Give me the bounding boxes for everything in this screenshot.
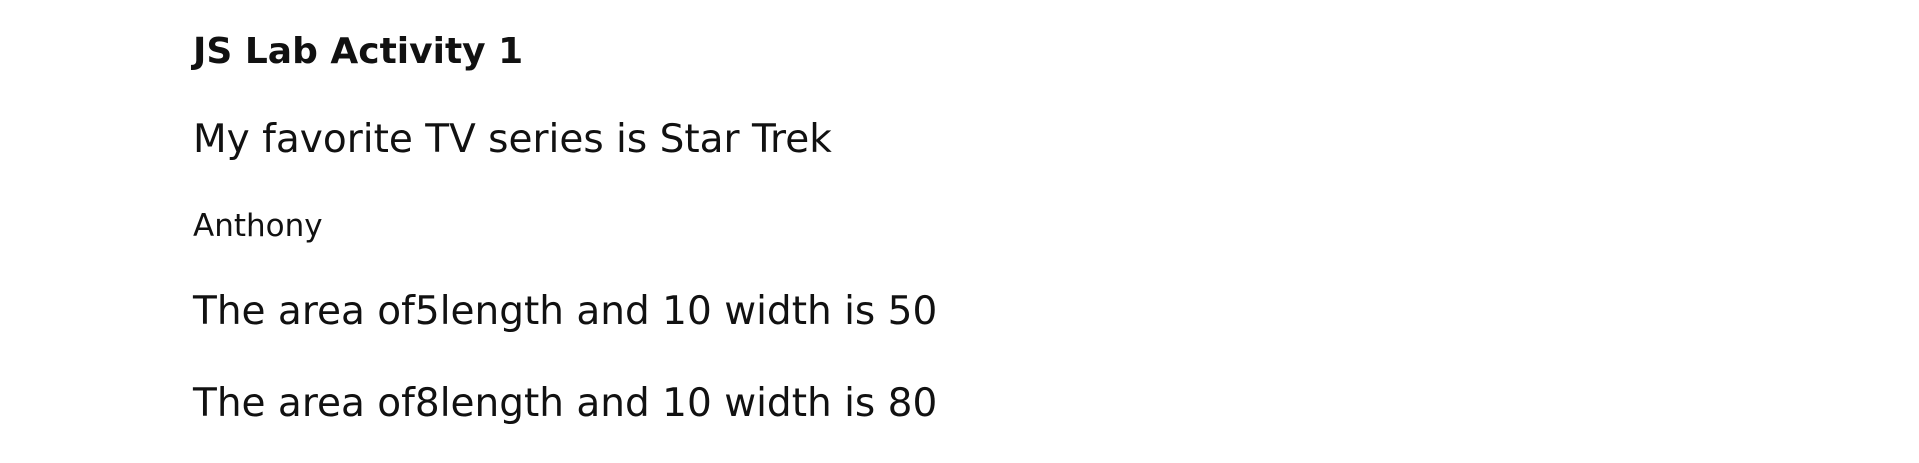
- favorite-series-text: My favorite TV series is Star Trek: [193, 117, 832, 162]
- area-result-2: The area of8length and 10 width is 80: [193, 381, 938, 426]
- name-text: Anthony: [193, 208, 323, 244]
- page-title: JS Lab Activity 1: [193, 31, 524, 72]
- area-result-1: The area of5length and 10 width is 50: [193, 289, 938, 334]
